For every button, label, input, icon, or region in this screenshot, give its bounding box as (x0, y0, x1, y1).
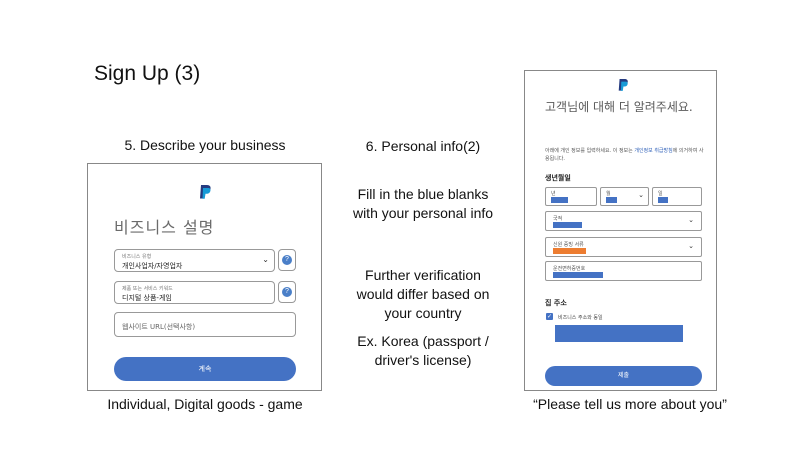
day-label: 일 (658, 191, 663, 197)
id-type-label: 신원 증빙 서류 (553, 242, 584, 248)
keyword-help-box[interactable]: ? (278, 281, 296, 303)
address-fill (555, 325, 683, 342)
right-footer-caption: “Please tell us more about you” (533, 396, 727, 412)
business-type-help-box[interactable]: ? (278, 249, 296, 271)
business-type-value: 개인사업자/자영업자 (122, 262, 183, 270)
personal-heading: 고객님에 대해 더 알려주세요. (545, 100, 693, 114)
dob-month-fill (606, 197, 617, 203)
chevron-down-icon: ⌄ (688, 242, 694, 250)
dob-month-select[interactable]: 월 ⌄ (600, 187, 649, 206)
step6-caption: 6. Personal info(2) (365, 138, 481, 154)
id-type-select[interactable]: 신원 증빙 서류 ⌄ (545, 237, 702, 257)
chevron-down-icon: ⌄ (262, 255, 269, 264)
nationality-label: 국적 (553, 216, 563, 222)
note-verification: Further verification would differ based … (356, 267, 490, 321)
dob-year-input[interactable]: 년 (545, 187, 597, 206)
help-icon: ? (282, 287, 292, 297)
website-input[interactable]: 웹사이트 URL(선택사항) (114, 312, 296, 337)
step5-caption: 5. Describe your business (124, 137, 286, 153)
business-heading: 비즈니스 설명 (114, 218, 215, 237)
website-placeholder: 웹사이트 URL(선택사항) (122, 323, 196, 331)
keyword-value: 디지털 상품-게임 (122, 294, 172, 302)
note-korea: Ex. Korea (passport / driver's license) (357, 333, 489, 368)
same-address-checkbox[interactable]: ✓ (546, 313, 553, 320)
keyword-label: 제품 또는 서비스 키워드 (122, 286, 173, 292)
dob-day-input[interactable]: 일 (652, 187, 702, 206)
address-label: 집 주소 (545, 299, 567, 307)
dob-day-fill (658, 197, 668, 203)
id-type-fill (553, 248, 586, 254)
business-description-screenshot: 비즈니스 설명 비즈니스 유형 개인사업자/자영업자 ⌄ ? 제품 또는 서비스… (87, 163, 322, 391)
dob-year-fill (551, 197, 568, 203)
business-type-select[interactable]: 비즈니스 유형 개인사업자/자영업자 ⌄ (114, 249, 275, 272)
same-address-label: 비즈니스 주소와 동일 (558, 315, 603, 321)
help-icon: ? (282, 255, 292, 265)
license-number-input[interactable]: 운전면허증번호 (545, 261, 702, 281)
month-label: 월 (606, 191, 611, 197)
chevron-down-icon: ⌄ (638, 191, 644, 199)
nationality-fill (553, 222, 582, 228)
description-text: 아래에 개인 정보를 입력하세요. 이 정보는 (545, 148, 635, 154)
license-label: 운전면허증번호 (553, 266, 586, 272)
business-type-label: 비즈니스 유형 (122, 254, 152, 260)
year-label: 년 (551, 191, 556, 197)
paypal-logo-icon (617, 77, 629, 91)
personal-info-screenshot: 고객님에 대해 더 알려주세요. 아래에 개인 정보를 입력하세요. 이 정보는… (524, 70, 717, 391)
license-number-fill (553, 272, 603, 278)
paypal-logo-icon (198, 184, 212, 200)
personal-description: 아래에 개인 정보를 입력하세요. 이 정보는 개인정보 취급방침에 의거하여 … (545, 148, 705, 163)
continue-button[interactable]: 계속 (114, 357, 296, 381)
nationality-select[interactable]: 국적 ⌄ (545, 211, 702, 231)
privacy-policy-link[interactable]: 개인정보 취급방침 (634, 148, 672, 154)
keyword-input[interactable]: 제품 또는 서비스 키워드 디지털 상품-게임 (114, 281, 275, 304)
slide-title: Sign Up (3) (94, 62, 201, 85)
chevron-down-icon: ⌄ (688, 216, 694, 224)
dob-label: 생년월일 (545, 174, 571, 182)
submit-button[interactable]: 제출 (545, 366, 702, 386)
note-fill-blue: Fill in the blue blanks with your person… (352, 186, 494, 221)
left-footer-caption: Individual, Digital goods - game (107, 396, 303, 412)
